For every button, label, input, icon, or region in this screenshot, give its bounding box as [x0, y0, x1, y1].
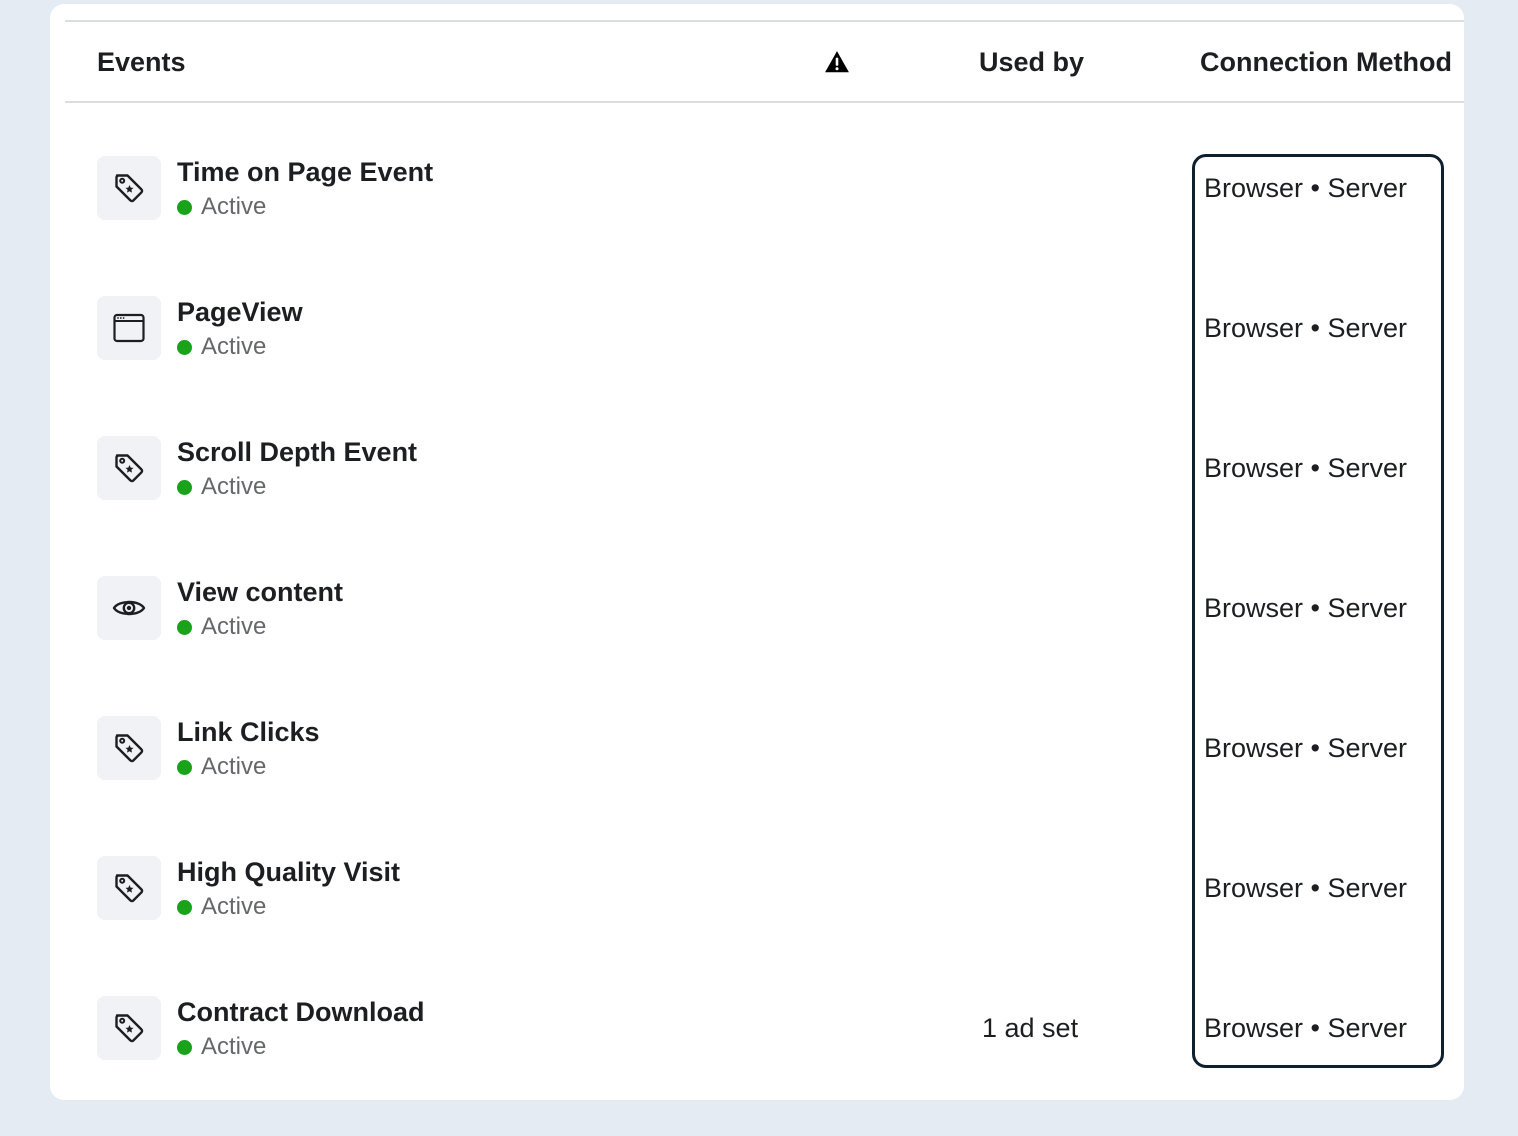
- eye-icon: [97, 576, 161, 640]
- column-header-connection-method[interactable]: Connection Method: [1200, 46, 1452, 78]
- event-name[interactable]: Contract Download: [177, 996, 425, 1028]
- status-text: Active: [201, 753, 267, 780]
- warning-triangle-icon[interactable]: [824, 49, 850, 75]
- tag-icon: [97, 436, 161, 500]
- status-dot: [177, 1039, 192, 1055]
- tag-icon: [97, 716, 161, 780]
- event-name[interactable]: High Quality Visit: [177, 856, 400, 888]
- status-dot: [177, 339, 192, 355]
- tag-icon: [97, 856, 161, 920]
- header-divider: [65, 101, 1464, 103]
- status-text: Active: [201, 333, 267, 360]
- connection-method-highlight: [1192, 154, 1444, 1068]
- tag-icon: [97, 156, 161, 220]
- status-dot: [177, 199, 192, 215]
- status-dot: [177, 479, 192, 495]
- tag-icon: [97, 996, 161, 1060]
- event-status: Active: [177, 614, 266, 640]
- event-name[interactable]: PageView: [177, 296, 303, 328]
- event-status: Active: [177, 894, 266, 920]
- event-status: Active: [177, 1034, 266, 1060]
- table-header: Events Used by Connection Method: [50, 4, 1464, 101]
- event-status: Active: [177, 334, 266, 360]
- browser-window-icon: [97, 296, 161, 360]
- status-text: Active: [201, 1033, 267, 1060]
- event-name[interactable]: Time on Page Event: [177, 156, 433, 188]
- status-text: Active: [201, 893, 267, 920]
- event-status: Active: [177, 194, 266, 220]
- event-name[interactable]: View content: [177, 576, 343, 608]
- events-panel: Events Used by Connection Method Time on…: [50, 4, 1464, 1100]
- status-text: Active: [201, 613, 267, 640]
- status-dot: [177, 759, 192, 775]
- status-text: Active: [201, 473, 267, 500]
- event-status: Active: [177, 474, 266, 500]
- column-header-events[interactable]: Events: [97, 46, 186, 78]
- status-dot: [177, 899, 192, 915]
- column-header-used-by[interactable]: Used by: [979, 46, 1084, 78]
- event-name[interactable]: Link Clicks: [177, 716, 320, 748]
- event-status: Active: [177, 754, 266, 780]
- used-by-value[interactable]: 1 ad set: [982, 1012, 1078, 1044]
- status-text: Active: [201, 193, 267, 220]
- event-name[interactable]: Scroll Depth Event: [177, 436, 417, 468]
- status-dot: [177, 619, 192, 635]
